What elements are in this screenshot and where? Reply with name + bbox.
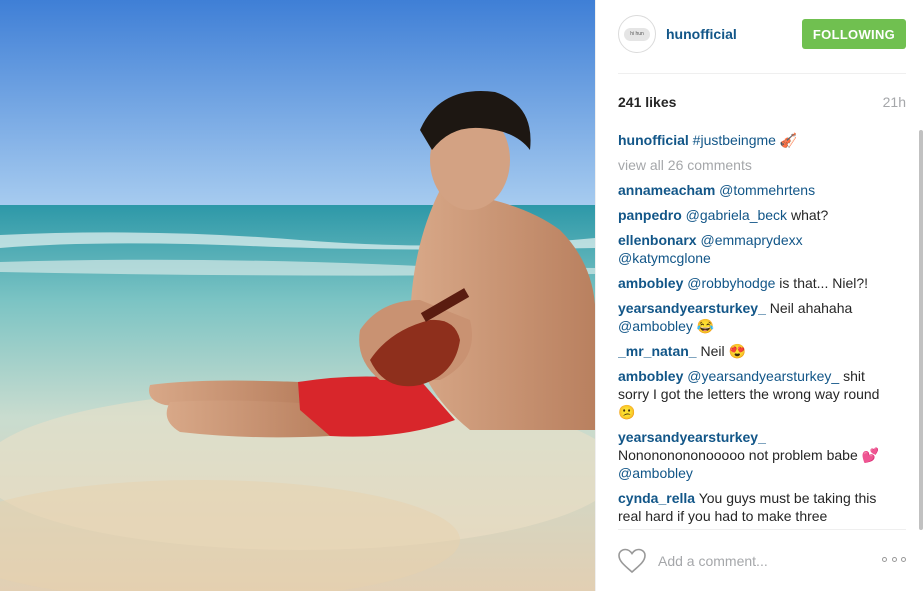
caption-hashtag[interactable]: #justbeingme [693, 132, 776, 148]
post-username[interactable]: hunofficial [666, 26, 737, 42]
view-all-comments-link[interactable]: view all 26 comments [618, 156, 894, 174]
comment-username[interactable]: yearsandyearsturkey_ [618, 429, 766, 445]
comment-item: cynda_rella You guys must be taking this… [618, 489, 894, 524]
comments-scrollbar[interactable] [918, 130, 924, 530]
comment-username[interactable]: ambobley [618, 368, 683, 384]
comment-item: _mr_natan_ Neil 😍 [618, 342, 894, 360]
comments-list: hunofficial #justbeingme 🎻 view all 26 c… [618, 131, 894, 524]
comment-username[interactable]: panpedro [618, 207, 682, 223]
comment-text: what? [787, 207, 829, 223]
add-comment-input[interactable]: Add a comment... [658, 553, 768, 569]
dot-icon [901, 557, 906, 562]
dot-icon [891, 557, 897, 562]
following-button[interactable]: FOLLOWING [802, 19, 906, 49]
comment-username[interactable]: ellenbonarx [618, 232, 697, 248]
beach-photo-image [0, 0, 595, 591]
caption: hunofficial #justbeingme 🎻 [618, 131, 894, 149]
comment-username[interactable]: _mr_natan_ [618, 343, 697, 359]
comment-mention[interactable]: @yearsandyearsturkey_ [687, 368, 839, 384]
heart-icon[interactable] [618, 548, 646, 574]
caption-username[interactable]: hunofficial [618, 132, 689, 148]
dot-icon [882, 557, 887, 562]
more-options-icon[interactable] [882, 557, 906, 565]
comment-text: Neil [696, 343, 729, 359]
post-timestamp[interactable]: 21h [883, 94, 906, 110]
comment-mention[interactable]: @gabriela_beck [686, 207, 787, 223]
avatar[interactable]: hi hun [618, 15, 656, 53]
post-view: hi hun hunofficial FOLLOWING 241 likes 2… [0, 0, 924, 591]
comment-item: annameacham @tommehrtens [618, 181, 894, 199]
comment-item: ellenbonarx @emmaprydexx @katymcglone [618, 231, 894, 267]
comment-mention[interactable]: @robbyhodge [687, 275, 775, 291]
comment-item: panpedro @gabriela_beck what? [618, 206, 894, 224]
violin-emoji-icon: 🎻 [779, 132, 798, 148]
comment-username[interactable]: yearsandyearsturkey_ [618, 300, 766, 316]
laughing-emoji-icon: 😂 [696, 318, 715, 334]
scrollbar-thumb[interactable] [919, 130, 923, 530]
comment-item: ambobley @yearsandyearsturkey_ shit sorr… [618, 367, 894, 421]
comment-text: is that... Niel?! [775, 275, 869, 291]
footer-divider [618, 529, 906, 530]
comment-mention[interactable]: @ambobley [618, 465, 693, 481]
comment-mention[interactable]: @tommehrtens [719, 182, 815, 198]
avatar-logo: hi hun [624, 27, 650, 41]
comment-username[interactable]: cynda_rella [618, 490, 695, 506]
two-hearts-emoji-icon: 💕 [861, 447, 880, 463]
comment-text: Nonononononooooo not problem babe [618, 447, 862, 463]
comment-text: Neil ahahaha [765, 300, 853, 316]
comment-username[interactable]: annameacham [618, 182, 715, 198]
comment-username[interactable]: ambobley [618, 275, 683, 291]
likes-count[interactable]: 241 likes [618, 94, 676, 110]
post-photo[interactable] [0, 0, 595, 591]
post-header: hi hun hunofficial FOLLOWING [618, 14, 906, 54]
header-divider [618, 73, 906, 74]
post-side-panel: hi hun hunofficial FOLLOWING 241 likes 2… [595, 0, 924, 591]
comment-mention[interactable]: @ambobley [618, 318, 693, 334]
comment-item: yearsandyearsturkey_ Neil ahahaha @ambob… [618, 299, 894, 335]
heart-eyes-emoji-icon: 😍 [728, 343, 746, 359]
comment-item: ambobley @robbyhodge is that... Niel?! [618, 274, 894, 292]
comment-item: yearsandyearsturkey_ Nonononononooooo no… [618, 428, 894, 482]
confused-emoji-icon: 😕 [618, 404, 636, 420]
